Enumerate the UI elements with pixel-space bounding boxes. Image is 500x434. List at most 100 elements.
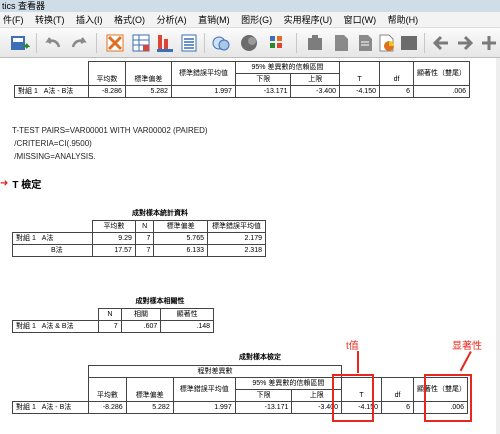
- col-header: 平均數: [92, 220, 136, 233]
- test-caption: 成對樣本檢定: [239, 354, 281, 361]
- col-header: 相關: [120, 308, 162, 321]
- cell: -8.286: [88, 401, 127, 414]
- menu-utilities[interactable]: 实用程序(U): [284, 15, 333, 25]
- menu-analyze[interactable]: 分析(A): [157, 15, 187, 25]
- designate-window-icon[interactable]: [398, 32, 420, 54]
- col-header: 標準錯誤平均值: [207, 220, 266, 233]
- goto-data-icon[interactable]: [104, 32, 126, 54]
- corr-caption: 成對樣本相關性: [135, 298, 185, 305]
- col-header: 標準錯誤平均值: [170, 61, 236, 86]
- col-header: 平均数: [88, 61, 126, 86]
- circles-icon[interactable]: [210, 32, 232, 54]
- insert-text-icon[interactable]: [354, 32, 376, 54]
- row-group: 對組 1: [18, 88, 38, 95]
- annotation-line: [357, 351, 359, 373]
- cell: 5.765: [153, 232, 208, 245]
- redo-icon[interactable]: [68, 32, 90, 54]
- col-header: 標準偏差: [125, 377, 174, 402]
- t-value-annotation: t值: [346, 341, 359, 352]
- row-label: B法: [12, 244, 93, 257]
- col-header: 下限: [234, 389, 293, 402]
- stats-caption: 成對樣本統計資料: [132, 210, 188, 217]
- top-paired-test-table: 平均数 標準偏差 標準錯誤平均值 95% 差異數的信賴區間 T df 顯著性（雙…: [14, 61, 470, 98]
- table-row: 對組 1 A法 - B法 -8.286 5.282 1.997 -13.171 …: [14, 85, 470, 98]
- menu-bar: 件(F) 转换(T) 插入(I) 格式(O) 分析(A) 直销(M) 图形(G)…: [0, 12, 500, 28]
- cell: 1.997: [172, 401, 236, 414]
- cell: 6.133: [153, 244, 208, 257]
- col-header: 95% 差異數的信賴區間: [234, 61, 341, 74]
- cell: -13.171: [234, 85, 292, 98]
- menu-graphs[interactable]: 图形(G): [241, 15, 272, 25]
- goto-case-icon[interactable]: [130, 32, 152, 54]
- paired-corr-table: N 相關 顯著性 對組 1 A法 & B法 7 .607 .148: [12, 308, 214, 333]
- undo-icon[interactable]: [42, 32, 64, 54]
- col-header: 平均數: [88, 377, 127, 402]
- table-row: 對組 1 A法 - B法 -8.286 5.282 1.997 -13.171 …: [12, 401, 468, 414]
- cell: 7: [134, 244, 155, 257]
- menu-direct-marketing[interactable]: 直销(M): [198, 15, 230, 25]
- insert-output-icon[interactable]: [304, 32, 326, 54]
- back-arrow-icon[interactable]: [430, 32, 452, 54]
- cell: 2.318: [207, 244, 266, 257]
- row-label: A法 & B法: [41, 323, 74, 330]
- cell: 1.997: [170, 85, 236, 98]
- output-pane: 平均数 標準偏差 標準錯誤平均值 95% 差異數的信賴區間 T df 顯著性（雙…: [0, 58, 500, 434]
- t-value-highlight: [332, 374, 374, 422]
- insert-heading-icon[interactable]: [330, 32, 352, 54]
- col-header: T: [339, 61, 380, 86]
- table-row: 對組 1 A法 & B法 7 .607 .148: [12, 320, 214, 333]
- col-header: 程對差異數: [88, 365, 342, 378]
- col-header: 上限: [290, 73, 340, 86]
- col-header: 顯著性（雙尾）: [413, 61, 470, 86]
- col-header: 標準偏差: [124, 61, 172, 86]
- add-icon[interactable]: [478, 32, 496, 54]
- vertical-scrollbar[interactable]: [496, 58, 500, 434]
- cell: 17.57: [92, 244, 136, 257]
- cell: -13.171: [234, 401, 293, 414]
- export-icon[interactable]: [8, 32, 30, 54]
- table-row: B法 17.57 7 6.133 2.318: [12, 244, 266, 257]
- cell: -8.286: [88, 85, 126, 98]
- expand-arrow-icon: ➜: [0, 178, 9, 189]
- goto-variable-icon[interactable]: [154, 32, 176, 54]
- row-group: 對組 1: [16, 323, 36, 330]
- col-header: 標準錯誤平均值: [172, 377, 236, 402]
- cell: 2.179: [207, 232, 266, 245]
- forward-arrow-icon[interactable]: [454, 32, 476, 54]
- sig-annotation: 显著性: [452, 341, 482, 352]
- split-icon[interactable]: [238, 32, 260, 54]
- window-title: tics 查看器: [0, 0, 500, 12]
- menu-insert[interactable]: 插入(I): [76, 15, 103, 25]
- sig-highlight: [424, 374, 472, 422]
- variables-icon[interactable]: [178, 32, 200, 54]
- col-header: N: [134, 220, 155, 233]
- select-cases-icon[interactable]: [266, 32, 288, 54]
- menu-transform[interactable]: 转换(T): [35, 15, 65, 25]
- t-test-heading[interactable]: ➜ T 檢定: [0, 176, 41, 191]
- row-label: A法 - B法: [41, 404, 72, 411]
- col-header: N: [98, 308, 122, 321]
- row-group: 對組 1: [16, 404, 36, 411]
- row-label: A法: [41, 235, 54, 242]
- menu-file[interactable]: 件(F): [3, 15, 24, 25]
- col-header: df: [379, 61, 414, 86]
- row-label: A法 - B法: [43, 88, 74, 95]
- syntax-log: T-TEST PAIRS=VAR00001 WITH VAR00002 (PAI…: [12, 126, 208, 161]
- cell: 9.29: [92, 232, 136, 245]
- cell: -3.400: [290, 85, 340, 98]
- spss-viewer-window: tics 查看器 件(F) 转换(T) 插入(I) 格式(O) 分析(A) 直销…: [0, 0, 500, 434]
- menu-format[interactable]: 格式(O): [114, 15, 145, 25]
- toolbar: [0, 28, 500, 58]
- cell: -4.150: [339, 85, 380, 98]
- menu-help[interactable]: 帮助(H): [388, 15, 419, 25]
- col-header: 標準偏差: [153, 220, 208, 233]
- col-header: 下限: [234, 73, 292, 86]
- paired-stats-table: 平均數 N 標準偏差 標準錯誤平均值 對組 1 A法 9.29 7 5.765 …: [12, 220, 266, 257]
- insert-chart-icon[interactable]: [376, 32, 398, 54]
- menu-window[interactable]: 窗口(W): [344, 15, 377, 25]
- cell: 7: [98, 320, 122, 333]
- cell: 7: [134, 232, 155, 245]
- cell: .006: [413, 85, 470, 98]
- cell: 5.282: [125, 401, 174, 414]
- cell: 5.282: [124, 85, 172, 98]
